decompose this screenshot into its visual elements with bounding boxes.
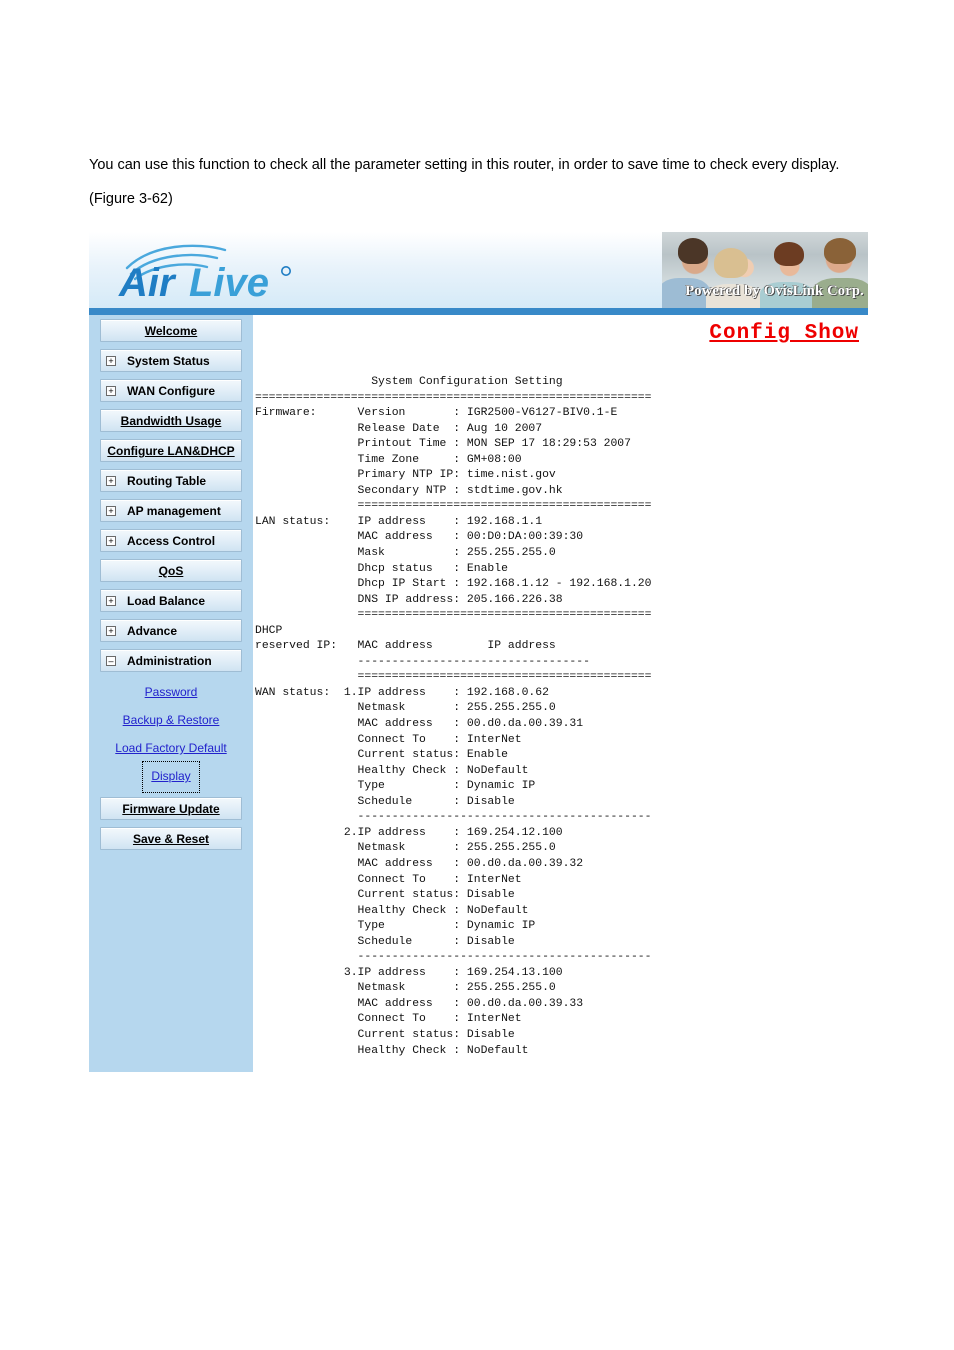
sidebar-item-label: AP management <box>127 504 221 518</box>
sidebar-item-label: QoS <box>158 564 184 578</box>
svg-text:Air: Air <box>118 261 177 304</box>
sidebar-item-ap-management[interactable]: + AP management <box>100 499 242 522</box>
sidebar-item-access-control[interactable]: + Access Control <box>100 529 242 552</box>
sidebar-item-wan-configure[interactable]: + WAN Configure <box>100 379 242 402</box>
sidebar-item-label: WAN Configure <box>127 384 215 398</box>
expand-plus-icon[interactable]: + <box>106 506 116 516</box>
config-output-text: System Configuration Setting ===========… <box>255 376 652 1057</box>
sidebar-nav: Welcome + System Status + WAN Configure … <box>89 315 253 1072</box>
sidebar-item-system-status[interactable]: + System Status <box>100 349 242 372</box>
sidebar-subitem-display[interactable]: Display <box>142 761 200 793</box>
ui-header: Air Live Powered by OvisLink Corp. <box>89 232 868 308</box>
sidebar-subitem-password[interactable]: Password <box>94 679 248 707</box>
sidebar-item-label: Bandwidth Usage <box>120 414 222 428</box>
svg-text:Live: Live <box>189 261 269 304</box>
sidebar-item-welcome[interactable]: Welcome <box>100 319 242 342</box>
expand-plus-icon[interactable]: + <box>106 386 116 396</box>
airlive-logo-svg: Air Live <box>118 244 292 305</box>
router-web-ui: Air Live Powered by OvisLink Corp. Welco… <box>89 232 868 1072</box>
intro-paragraph: You can use this function to check all t… <box>89 157 840 207</box>
sidebar-item-configure-lan-dhcp[interactable]: Configure LAN&DHCP <box>100 439 242 462</box>
sidebar-item-firmware-update[interactable]: Firmware Update <box>100 797 242 820</box>
content-pane: Config Show System Configuration Setting… <box>255 315 868 1072</box>
sidebar-item-qos[interactable]: QoS <box>100 559 242 582</box>
sidebar-item-label: Configure LAN&DHCP <box>107 444 235 458</box>
sidebar-item-advance[interactable]: + Advance <box>100 619 242 642</box>
sidebar-item-label: Load Balance <box>127 594 206 608</box>
sidebar-subitem-load-factory-default[interactable]: Load Factory Default <box>94 735 248 763</box>
expand-plus-icon[interactable]: + <box>106 356 116 366</box>
sidebar-item-label: Advance <box>127 624 178 638</box>
collapse-minus-icon[interactable]: – <box>106 656 116 666</box>
expand-plus-icon[interactable]: + <box>106 596 116 606</box>
expand-plus-icon[interactable]: + <box>106 476 116 486</box>
sidebar-item-routing-table[interactable]: + Routing Table <box>100 469 242 492</box>
page-title: Config Show <box>709 322 859 345</box>
sidebar-item-label: System Status <box>127 354 210 368</box>
header-blue-rule <box>89 308 868 315</box>
ovislink-banner-photo: Powered by OvisLink Corp. <box>662 232 868 308</box>
sidebar-item-label: Routing Table <box>127 474 207 488</box>
sidebar-item-label: Access Control <box>127 534 216 548</box>
administration-submenu: Password Backup & Restore Load Factory D… <box>94 679 248 793</box>
sidebar-item-administration[interactable]: – Administration <box>100 649 242 672</box>
sidebar-item-load-balance[interactable]: + Load Balance <box>100 589 242 612</box>
sidebar-subitem-backup-restore[interactable]: Backup & Restore <box>94 707 248 735</box>
expand-plus-icon[interactable]: + <box>106 626 116 636</box>
sidebar-item-label: Welcome <box>144 324 198 338</box>
sidebar-item-bandwidth-usage[interactable]: Bandwidth Usage <box>100 409 242 432</box>
sidebar-item-label: Save & Reset <box>132 832 210 846</box>
ui-body: Welcome + System Status + WAN Configure … <box>89 315 868 1072</box>
sidebar-item-label: Administration <box>127 654 212 668</box>
airlive-logo: Air Live <box>105 238 335 305</box>
sidebar-item-label: Firmware Update <box>122 802 220 816</box>
powered-by-text: Powered by OvisLink Corp. <box>685 283 864 299</box>
expand-plus-icon[interactable]: + <box>106 536 116 546</box>
sidebar-item-save-reset[interactable]: Save & Reset <box>100 827 242 850</box>
